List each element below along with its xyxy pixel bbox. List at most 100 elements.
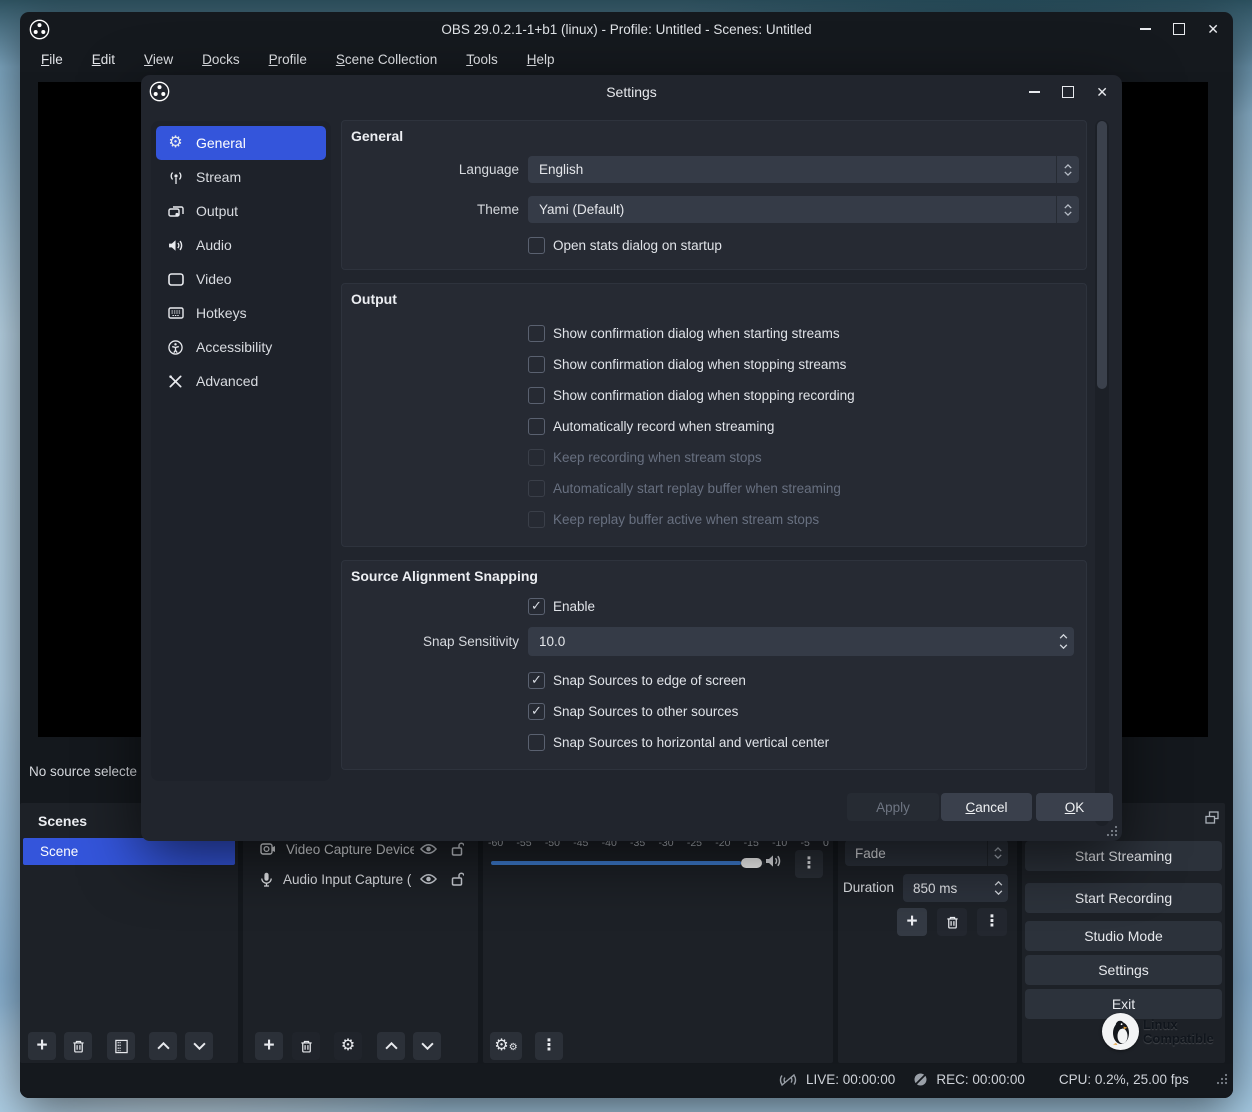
duration-spinbox[interactable]: 850 ms — [903, 874, 1008, 902]
add-transition-button[interactable]: + — [897, 908, 927, 936]
main-titlebar[interactable]: OBS 29.0.2.1-1+b1 (linux) - Profile: Unt… — [20, 12, 1233, 46]
mixer-menu-button[interactable]: ⋮ — [535, 1032, 563, 1060]
spinner-arrows-icon[interactable] — [1052, 627, 1074, 656]
add-scene-button[interactable]: + — [28, 1032, 56, 1060]
dialog-scrollbar[interactable] — [1095, 120, 1109, 826]
lock-icon[interactable] — [451, 842, 464, 856]
snap-enable-row: ✓ Enable — [528, 597, 595, 615]
spinner-arrows-icon[interactable] — [988, 874, 1008, 902]
checkbox[interactable]: ✓ — [528, 356, 545, 373]
start-recording-button[interactable]: Start Recording — [1025, 883, 1222, 913]
popout-icon[interactable] — [1205, 811, 1219, 824]
nav-stream[interactable]: Stream — [156, 160, 326, 194]
ok-button[interactable]: OK — [1036, 793, 1113, 821]
audio-mixer-dock: Audio Input Capture (PulseAudio) 0.0 dB … — [483, 803, 833, 1063]
dropdown-spinner-icon[interactable] — [1056, 156, 1079, 183]
minimize-icon[interactable] — [1140, 28, 1151, 30]
snap-sensitivity-spinbox[interactable]: 10.0 — [528, 627, 1074, 656]
scene-list-item[interactable]: Scene — [23, 838, 235, 865]
status-bar: LIVE: 00:00:00 REC: 00:00:00 CPU: 0.2%, … — [20, 1064, 1233, 1095]
start-streaming-button[interactable]: Start Streaming — [1025, 841, 1222, 871]
obs-logo-icon — [29, 19, 50, 40]
close-icon[interactable]: ✕ — [1096, 85, 1108, 99]
checkbox[interactable]: ✓ — [528, 418, 545, 435]
menu-file[interactable]: File — [31, 49, 73, 70]
transitions-dock: Fade Duration 850 ms + ⋮ — [838, 803, 1017, 1063]
checkbox[interactable]: ✓ — [528, 237, 545, 254]
source-name: Audio Input Capture ( — [283, 872, 411, 887]
add-source-button[interactable]: + — [255, 1032, 283, 1060]
transition-select[interactable]: Fade — [845, 840, 1008, 866]
menu-docks[interactable]: Docks — [192, 49, 250, 70]
studio-mode-button[interactable]: Studio Mode — [1025, 921, 1222, 951]
source-up-button[interactable] — [377, 1032, 405, 1060]
nav-video[interactable]: Video — [156, 262, 326, 296]
theme-select[interactable]: Yami (Default) — [528, 196, 1079, 223]
speaker-icon[interactable] — [765, 854, 782, 868]
double-gear-icon: ⚙⚙ — [494, 1038, 517, 1054]
nav-output[interactable]: Output — [156, 194, 326, 228]
checkbox[interactable]: ✓ — [528, 449, 545, 466]
section-title: Source Alignment Snapping — [351, 568, 538, 584]
rec-muted-icon — [913, 1072, 928, 1087]
nav-audio[interactable]: Audio — [156, 228, 326, 262]
visibility-eye-icon[interactable] — [420, 843, 437, 855]
language-select[interactable]: English — [528, 156, 1079, 183]
checkbox[interactable]: ✓ — [528, 734, 545, 751]
visibility-eye-icon[interactable] — [420, 873, 437, 885]
close-icon[interactable]: ✕ — [1207, 22, 1219, 36]
nav-hotkeys[interactable]: Hotkeys — [156, 296, 326, 330]
remove-source-button[interactable] — [292, 1032, 320, 1060]
minimize-icon[interactable] — [1029, 91, 1040, 93]
remove-transition-button[interactable] — [937, 908, 967, 936]
volume-slider-handle[interactable] — [741, 858, 762, 868]
scene-up-button[interactable] — [149, 1032, 177, 1060]
nav-advanced[interactable]: Advanced — [156, 364, 326, 398]
checkbox[interactable]: ✓ — [528, 672, 545, 689]
trash-icon — [299, 1039, 314, 1054]
dropdown-spinner-icon[interactable] — [987, 840, 1008, 866]
nav-general[interactable]: ⚙ General — [156, 126, 326, 160]
volume-slider[interactable] — [491, 861, 765, 865]
apply-button[interactable]: Apply — [847, 793, 939, 821]
scene-down-button[interactable] — [185, 1032, 213, 1060]
menu-view[interactable]: View — [134, 49, 183, 70]
dialog-resize-grip[interactable] — [1105, 824, 1118, 837]
transition-value: Fade — [845, 846, 987, 861]
source-properties-button[interactable]: ⚙ — [334, 1032, 362, 1060]
nav-accessibility[interactable]: Accessibility — [156, 330, 326, 364]
camera-icon — [260, 842, 276, 856]
menu-profile[interactable]: Profile — [259, 49, 317, 70]
menu-help[interactable]: Help — [517, 49, 565, 70]
cancel-button[interactable]: Cancel — [941, 793, 1032, 821]
lock-icon[interactable] — [451, 872, 464, 886]
source-row-audio[interactable]: Audio Input Capture ( — [243, 866, 478, 892]
menu-edit[interactable]: Edit — [82, 49, 125, 70]
checkbox[interactable]: ✓ — [528, 703, 545, 720]
trash-icon — [945, 915, 960, 930]
mixer-row-menu-button[interactable]: ⋮ — [795, 850, 823, 878]
dropdown-spinner-icon[interactable] — [1056, 196, 1079, 223]
checkbox[interactable]: ✓ — [528, 325, 545, 342]
maximize-icon[interactable] — [1062, 86, 1074, 98]
scene-filters-button[interactable] — [107, 1032, 135, 1060]
transition-menu-button[interactable]: ⋮ — [977, 908, 1007, 936]
source-down-button[interactable] — [413, 1032, 441, 1060]
checkbox[interactable]: ✓ — [528, 598, 545, 615]
window-resize-grip[interactable] — [1215, 1072, 1228, 1085]
checkbox[interactable]: ✓ — [528, 480, 545, 497]
mixer-settings-button[interactable]: ⚙⚙ — [490, 1032, 522, 1060]
menu-tools[interactable]: Tools — [456, 49, 508, 70]
scrollbar-thumb[interactable] — [1097, 121, 1107, 389]
display-icon — [167, 273, 184, 286]
settings-button[interactable]: Settings — [1025, 955, 1222, 985]
checkbox[interactable]: ✓ — [528, 387, 545, 404]
sources-dock: Video Capture Device Audio Input Capture… — [243, 803, 478, 1063]
badge-line1: Linux — [1143, 1018, 1214, 1032]
menu-scene-collection[interactable]: Scene Collection — [326, 49, 447, 70]
source-context-message: No source selecte — [29, 764, 137, 779]
maximize-icon[interactable] — [1173, 23, 1185, 35]
chevron-down-icon — [193, 1042, 206, 1050]
remove-scene-button[interactable] — [64, 1032, 92, 1060]
checkbox[interactable]: ✓ — [528, 511, 545, 528]
